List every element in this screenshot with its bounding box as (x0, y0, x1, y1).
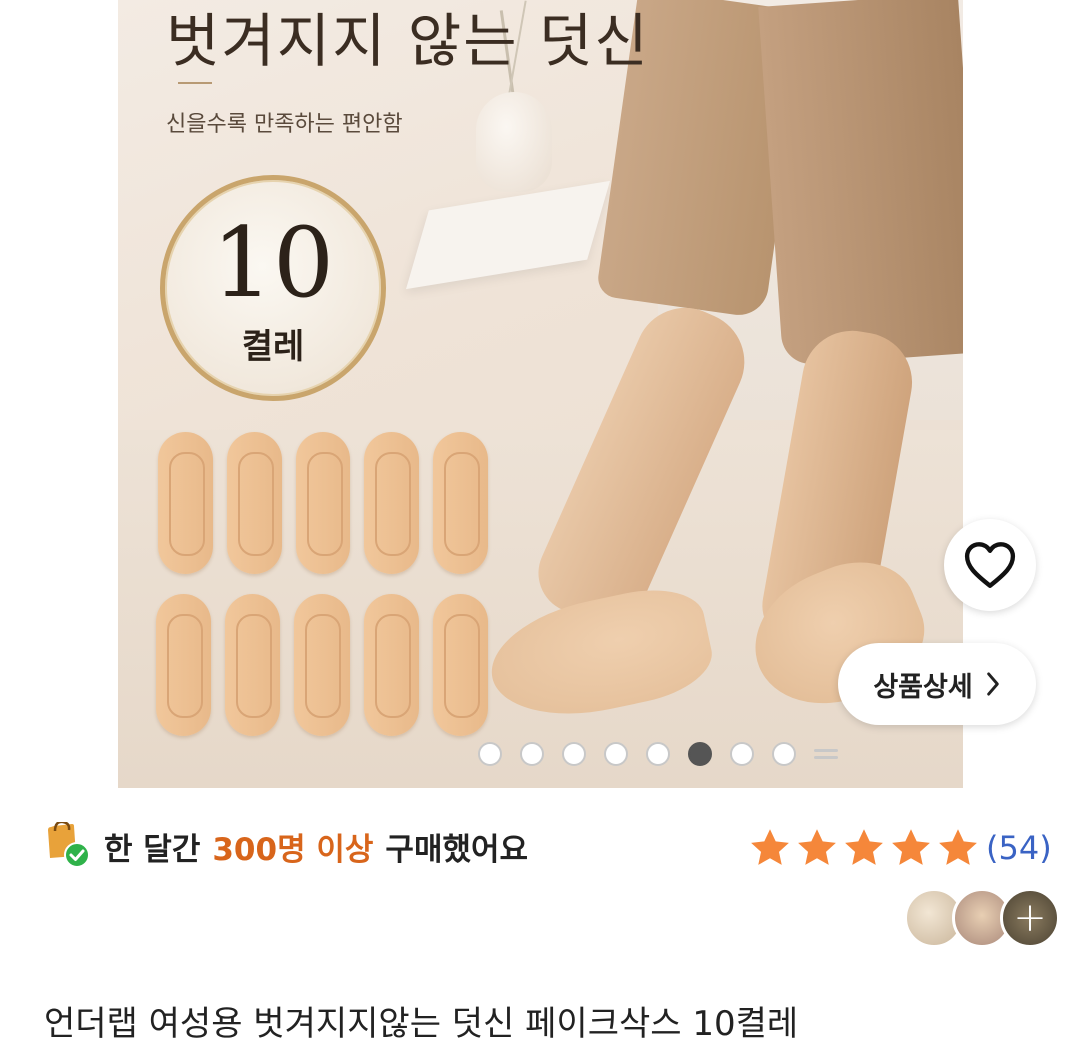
sock-image (364, 432, 420, 574)
star-icon (845, 829, 883, 865)
sock-image (432, 594, 489, 736)
sock-image (226, 432, 282, 574)
carousel-dot[interactable] (730, 742, 754, 766)
title-divider (178, 82, 212, 84)
sock-image (156, 594, 212, 736)
sock-image (294, 594, 350, 736)
product-title: 언더랩 여성용 벗겨지지않는 덧신 페이크삭스 10켤레 (44, 1004, 799, 1041)
wishlist-button[interactable] (944, 519, 1036, 611)
sock-image (433, 432, 488, 574)
product-detail-button[interactable]: 상품상세 (838, 643, 1036, 725)
magazine-image (405, 180, 611, 290)
sock-image (158, 432, 213, 574)
hero-subtitle: 신을수록 만족하는 편안함 (166, 112, 403, 137)
carousel-dot[interactable] (562, 742, 586, 766)
carousel-dot[interactable] (688, 742, 712, 766)
review-photo-avatars[interactable]: + (904, 888, 1060, 948)
star-rating (748, 826, 980, 870)
quantity-badge: 10 켤레 (160, 175, 386, 401)
purchase-info: 한 달간 300명 이상 구매했어요 (44, 820, 529, 870)
rating-summary[interactable]: (54) (748, 826, 1052, 870)
chevron-right-icon (986, 672, 999, 696)
star-icon (798, 829, 836, 865)
heart-icon (964, 542, 1016, 588)
sock-image (225, 594, 281, 736)
carousel-dot[interactable] (520, 742, 544, 766)
carousel-dot[interactable] (604, 742, 628, 766)
model-pants (758, 0, 963, 367)
purchase-suffix: 구매했어요 (385, 831, 529, 868)
product-image-carousel[interactable]: 벗겨지지 않는 덧신 신을수록 만족하는 편안함 10 켤레 (118, 0, 963, 788)
badge-number: 10 (211, 206, 335, 319)
more-review-photos-button[interactable]: + (1000, 888, 1060, 948)
star-icon (939, 829, 977, 865)
carousel-dot[interactable] (772, 742, 796, 766)
review-count[interactable]: (54) (986, 829, 1052, 867)
sock-image (363, 594, 419, 736)
sock-grid (156, 432, 489, 756)
carousel-dot[interactable] (478, 742, 502, 766)
purchase-prefix: 한 달간 (104, 831, 201, 868)
carousel-dot[interactable] (646, 742, 670, 766)
badge-unit: 켤레 (241, 326, 305, 367)
product-detail-label: 상품상세 (873, 671, 973, 703)
plus-icon: + (1013, 895, 1047, 941)
carousel-pager (478, 742, 838, 766)
star-icon (751, 829, 789, 865)
star-icon (892, 829, 930, 865)
vase-image (476, 92, 552, 192)
purchase-count-highlight: 300명 이상 (212, 831, 374, 868)
hero-title: 벗겨지지 않는 덧신 (166, 7, 650, 75)
shopping-bag-check-icon (44, 820, 92, 870)
sock-image (295, 432, 351, 574)
more-images-icon[interactable] (814, 742, 838, 766)
